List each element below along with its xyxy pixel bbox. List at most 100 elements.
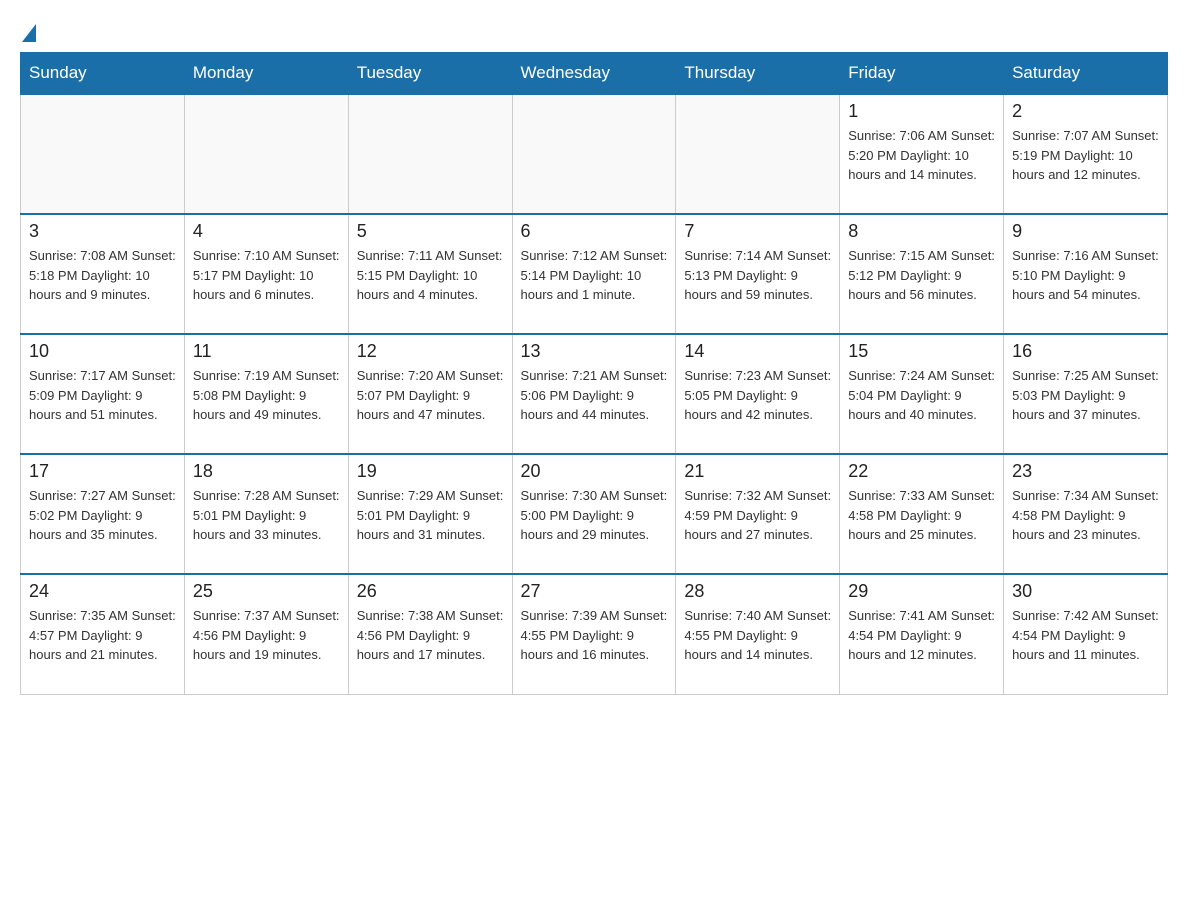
calendar-cell: 30 Sunrise: 7:42 AM Sunset: 4:54 PM Dayli… — [1004, 574, 1168, 694]
day-info: Sunrise: 7:06 AM Sunset: 5:20 PM Dayligh… — [848, 126, 995, 185]
calendar-cell: 6Sunrise: 7:12 AM Sunset: 5:14 PM Daylig… — [512, 214, 676, 334]
calendar-cell: 29 Sunrise: 7:41 AM Sunset: 4:54 PM Dayli… — [840, 574, 1004, 694]
day-info: Sunrise: 7:37 AM Sunset: 4:56 PM Dayligh… — [193, 606, 340, 665]
day-number: 29 — [848, 581, 995, 602]
calendar-cell: 16 Sunrise: 7:25 AM Sunset: 5:03 PM Dayli… — [1004, 334, 1168, 454]
day-info: Sunrise: 7:11 AM Sunset: 5:15 PM Dayligh… — [357, 246, 504, 305]
day-info: Sunrise: 7:28 AM Sunset: 5:01 PM Dayligh… — [193, 486, 340, 545]
calendar-week-row: 17 Sunrise: 7:27 AM Sunset: 5:02 PM Dayli… — [21, 454, 1168, 574]
day-number: 21 — [684, 461, 831, 482]
calendar-cell: 24 Sunrise: 7:35 AM Sunset: 4:57 PM Dayli… — [21, 574, 185, 694]
day-info: Sunrise: 7:33 AM Sunset: 4:58 PM Dayligh… — [848, 486, 995, 545]
day-number: 7 — [684, 221, 831, 242]
day-info: Sunrise: 7:23 AM Sunset: 5:05 PM Dayligh… — [684, 366, 831, 425]
day-number: 27 — [521, 581, 668, 602]
day-number: 14 — [684, 341, 831, 362]
day-number: 16 — [1012, 341, 1159, 362]
page-header — [20, 20, 1168, 42]
calendar-cell: 3 Sunrise: 7:08 AM Sunset: 5:18 PM Daylig… — [21, 214, 185, 334]
day-number: 17 — [29, 461, 176, 482]
calendar-cell: 21 Sunrise: 7:32 AM Sunset: 4:59 PM Dayli… — [676, 454, 840, 574]
day-number: 28 — [684, 581, 831, 602]
calendar-cell: 26 Sunrise: 7:38 AM Sunset: 4:56 PM Dayli… — [348, 574, 512, 694]
calendar-cell: 17 Sunrise: 7:27 AM Sunset: 5:02 PM Dayli… — [21, 454, 185, 574]
day-info: Sunrise: 7:41 AM Sunset: 4:54 PM Dayligh… — [848, 606, 995, 665]
day-header-wednesday: Wednesday — [512, 53, 676, 95]
day-info: Sunrise: 7:42 AM Sunset: 4:54 PM Dayligh… — [1012, 606, 1159, 665]
calendar-week-row: 24 Sunrise: 7:35 AM Sunset: 4:57 PM Dayli… — [21, 574, 1168, 694]
day-header-sunday: Sunday — [21, 53, 185, 95]
day-info: Sunrise: 7:32 AM Sunset: 4:59 PM Dayligh… — [684, 486, 831, 545]
calendar-week-row: 3 Sunrise: 7:08 AM Sunset: 5:18 PM Daylig… — [21, 214, 1168, 334]
day-number: 24 — [29, 581, 176, 602]
day-number: 8 — [848, 221, 995, 242]
calendar-cell: 15 Sunrise: 7:24 AM Sunset: 5:04 PM Dayli… — [840, 334, 1004, 454]
day-header-monday: Monday — [184, 53, 348, 95]
calendar-cell: 18 Sunrise: 7:28 AM Sunset: 5:01 PM Dayli… — [184, 454, 348, 574]
day-info: Sunrise: 7:21 AM Sunset: 5:06 PM Dayligh… — [521, 366, 668, 425]
day-number: 12 — [357, 341, 504, 362]
day-number: 1 — [848, 101, 995, 122]
calendar-cell: 7 Sunrise: 7:14 AM Sunset: 5:13 PM Daylig… — [676, 214, 840, 334]
day-number: 22 — [848, 461, 995, 482]
logo-triangle-icon — [22, 24, 36, 42]
day-number: 6 — [521, 221, 668, 242]
calendar-cell: 10Sunrise: 7:17 AM Sunset: 5:09 PM Dayli… — [21, 334, 185, 454]
day-info: Sunrise: 7:40 AM Sunset: 4:55 PM Dayligh… — [684, 606, 831, 665]
day-number: 15 — [848, 341, 995, 362]
day-number: 20 — [521, 461, 668, 482]
day-header-friday: Friday — [840, 53, 1004, 95]
day-info: Sunrise: 7:35 AM Sunset: 4:57 PM Dayligh… — [29, 606, 176, 665]
day-info: Sunrise: 7:20 AM Sunset: 5:07 PM Dayligh… — [357, 366, 504, 425]
calendar-cell — [21, 94, 185, 214]
day-number: 3 — [29, 221, 176, 242]
day-number: 18 — [193, 461, 340, 482]
day-number: 26 — [357, 581, 504, 602]
day-info: Sunrise: 7:08 AM Sunset: 5:18 PM Dayligh… — [29, 246, 176, 305]
day-number: 23 — [1012, 461, 1159, 482]
day-header-tuesday: Tuesday — [348, 53, 512, 95]
calendar-cell — [512, 94, 676, 214]
calendar-table: SundayMondayTuesdayWednesdayThursdayFrid… — [20, 52, 1168, 695]
day-info: Sunrise: 7:30 AM Sunset: 5:00 PM Dayligh… — [521, 486, 668, 545]
day-info: Sunrise: 7:19 AM Sunset: 5:08 PM Dayligh… — [193, 366, 340, 425]
calendar-cell: 8 Sunrise: 7:15 AM Sunset: 5:12 PM Daylig… — [840, 214, 1004, 334]
day-info: Sunrise: 7:16 AM Sunset: 5:10 PM Dayligh… — [1012, 246, 1159, 305]
day-info: Sunrise: 7:38 AM Sunset: 4:56 PM Dayligh… — [357, 606, 504, 665]
day-number: 13 — [521, 341, 668, 362]
day-info: Sunrise: 7:27 AM Sunset: 5:02 PM Dayligh… — [29, 486, 176, 545]
day-number: 9 — [1012, 221, 1159, 242]
day-info: Sunrise: 7:29 AM Sunset: 5:01 PM Dayligh… — [357, 486, 504, 545]
day-info: Sunrise: 7:24 AM Sunset: 5:04 PM Dayligh… — [848, 366, 995, 425]
day-info: Sunrise: 7:15 AM Sunset: 5:12 PM Dayligh… — [848, 246, 995, 305]
day-header-thursday: Thursday — [676, 53, 840, 95]
calendar-cell: 5 Sunrise: 7:11 AM Sunset: 5:15 PM Daylig… — [348, 214, 512, 334]
day-number: 4 — [193, 221, 340, 242]
calendar-cell: 23Sunrise: 7:34 AM Sunset: 4:58 PM Dayli… — [1004, 454, 1168, 574]
day-info: Sunrise: 7:14 AM Sunset: 5:13 PM Dayligh… — [684, 246, 831, 305]
logo — [20, 20, 36, 42]
calendar-week-row: 1 Sunrise: 7:06 AM Sunset: 5:20 PM Daylig… — [21, 94, 1168, 214]
calendar-cell: 2Sunrise: 7:07 AM Sunset: 5:19 PM Daylig… — [1004, 94, 1168, 214]
calendar-cell: 27 Sunrise: 7:39 AM Sunset: 4:55 PM Dayli… — [512, 574, 676, 694]
day-info: Sunrise: 7:25 AM Sunset: 5:03 PM Dayligh… — [1012, 366, 1159, 425]
day-number: 19 — [357, 461, 504, 482]
day-info: Sunrise: 7:07 AM Sunset: 5:19 PM Dayligh… — [1012, 126, 1159, 185]
calendar-cell: 4Sunrise: 7:10 AM Sunset: 5:17 PM Daylig… — [184, 214, 348, 334]
calendar-cell: 25 Sunrise: 7:37 AM Sunset: 4:56 PM Dayli… — [184, 574, 348, 694]
calendar-header-row: SundayMondayTuesdayWednesdayThursdayFrid… — [21, 53, 1168, 95]
day-header-saturday: Saturday — [1004, 53, 1168, 95]
calendar-cell: 9 Sunrise: 7:16 AM Sunset: 5:10 PM Daylig… — [1004, 214, 1168, 334]
calendar-cell: 28 Sunrise: 7:40 AM Sunset: 4:55 PM Dayli… — [676, 574, 840, 694]
calendar-cell: 11 Sunrise: 7:19 AM Sunset: 5:08 PM Dayli… — [184, 334, 348, 454]
day-info: Sunrise: 7:39 AM Sunset: 4:55 PM Dayligh… — [521, 606, 668, 665]
calendar-week-row: 10Sunrise: 7:17 AM Sunset: 5:09 PM Dayli… — [21, 334, 1168, 454]
day-info: Sunrise: 7:17 AM Sunset: 5:09 PM Dayligh… — [29, 366, 176, 425]
calendar-cell: 1 Sunrise: 7:06 AM Sunset: 5:20 PM Daylig… — [840, 94, 1004, 214]
calendar-cell — [348, 94, 512, 214]
day-number: 5 — [357, 221, 504, 242]
day-number: 30 — [1012, 581, 1159, 602]
day-number: 11 — [193, 341, 340, 362]
calendar-cell: 14 Sunrise: 7:23 AM Sunset: 5:05 PM Dayli… — [676, 334, 840, 454]
day-number: 25 — [193, 581, 340, 602]
